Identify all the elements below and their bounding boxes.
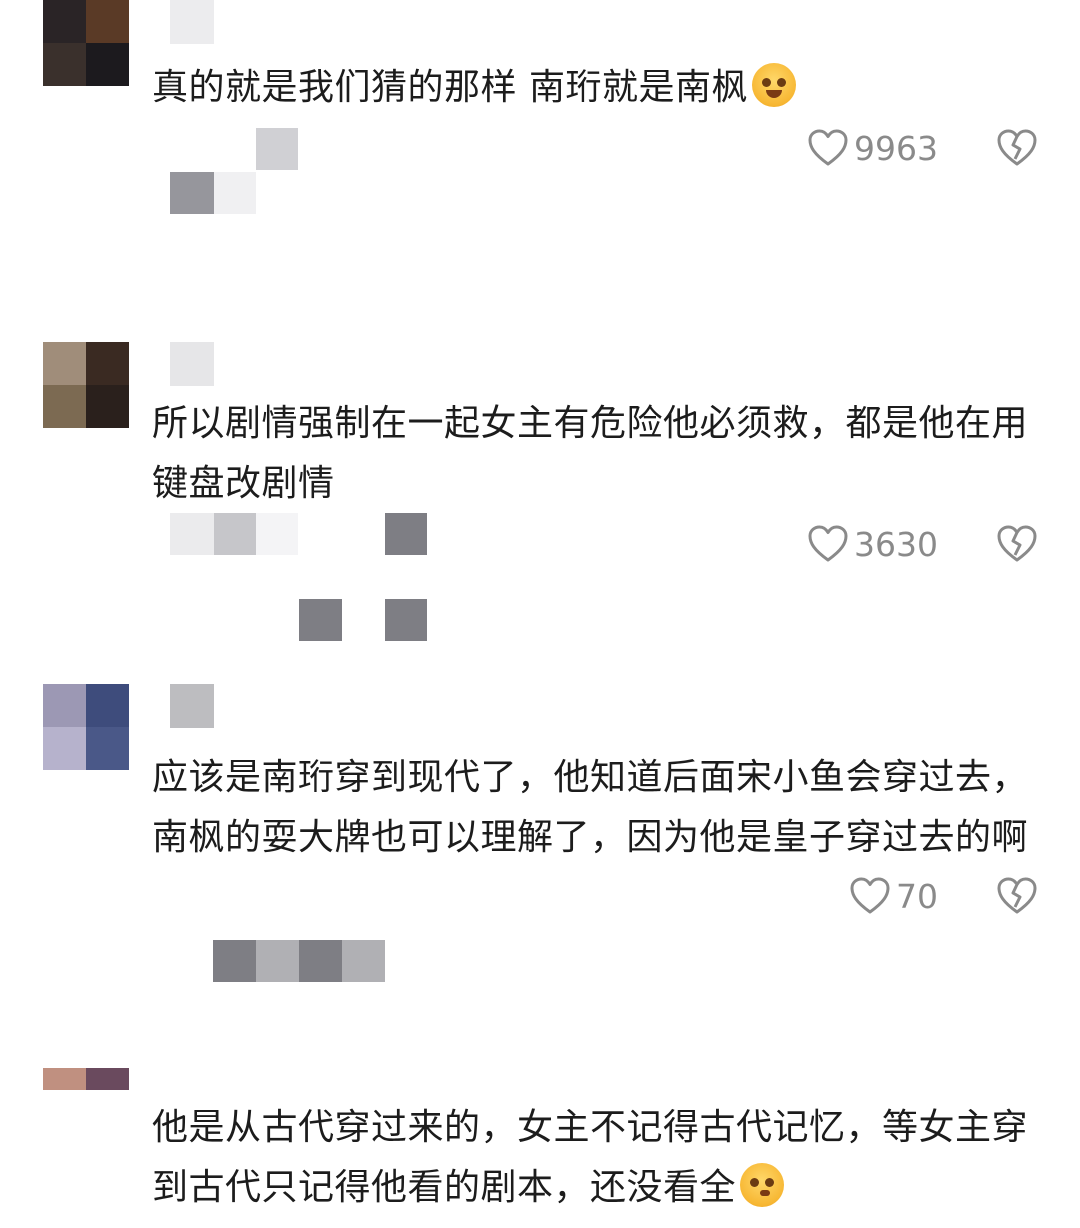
blurred-reply-link[interactable] <box>170 128 300 214</box>
like-count: 70 <box>896 876 938 916</box>
comment-text-line: 键盘改剧情 <box>152 463 335 504</box>
smirking-face-emoji <box>740 1163 785 1207</box>
like-count: 9963 <box>854 128 938 168</box>
comment-text-line: 南枫的耍大牌也可以理解了，因为他是皇子穿过去的啊 <box>152 817 1029 858</box>
avatar[interactable] <box>43 342 129 428</box>
comment-text-line: 他是从古代穿过来的，女主不记得古代记忆，等女主穿 <box>152 1107 1029 1148</box>
blurred-reply-link[interactable] <box>170 513 430 641</box>
comment-text-line: 应该是南珩穿到现代了，他知道后面宋小鱼会穿过去， <box>152 757 1029 798</box>
heart-outline-icon <box>808 129 848 166</box>
avatar[interactable] <box>43 0 129 86</box>
comment-text-line: 到古代只记得他看的剧本，还没看全 <box>152 1158 1042 1218</box>
pleading-face-emoji <box>751 63 796 107</box>
avatar[interactable] <box>43 1068 129 1111</box>
username-blurred[interactable] <box>170 0 214 44</box>
username-blurred[interactable] <box>170 684 214 728</box>
broken-heart-icon[interactable] <box>997 876 1037 916</box>
avatar[interactable] <box>43 684 129 770</box>
like-button[interactable]: 9963 <box>808 126 938 170</box>
username-blurred[interactable] <box>170 342 214 386</box>
comment-text: 应该是南珩穿到现代了，他知道后面宋小鱼会穿过去， 南枫的耍大牌也可以理解了，因为… <box>152 748 1042 868</box>
heart-outline-icon <box>808 525 848 562</box>
broken-heart-icon[interactable] <box>997 128 1037 168</box>
like-button[interactable]: 70 <box>850 874 938 918</box>
comment-text: 真的就是我们猜的那样 南珩就是南枫 <box>152 58 1042 118</box>
comment-text: 他是从古代穿过来的，女主不记得古代记忆，等女主穿 到古代只记得他看的剧本，还没看… <box>152 1098 1042 1218</box>
heart-outline-icon <box>850 877 890 914</box>
blurred-reply-link[interactable] <box>213 940 385 982</box>
like-button[interactable]: 3630 <box>808 522 938 566</box>
comment-text-line: 所以剧情强制在一起女主有危险他必须救，都是他在用 <box>152 403 1029 444</box>
broken-heart-icon[interactable] <box>997 524 1037 564</box>
comment-text-line: 真的就是我们猜的那样 南珩就是南枫 <box>152 67 748 108</box>
like-count: 3630 <box>854 524 938 564</box>
comment-text: 所以剧情强制在一起女主有危险他必须救，都是他在用 键盘改剧情 <box>152 394 1042 514</box>
